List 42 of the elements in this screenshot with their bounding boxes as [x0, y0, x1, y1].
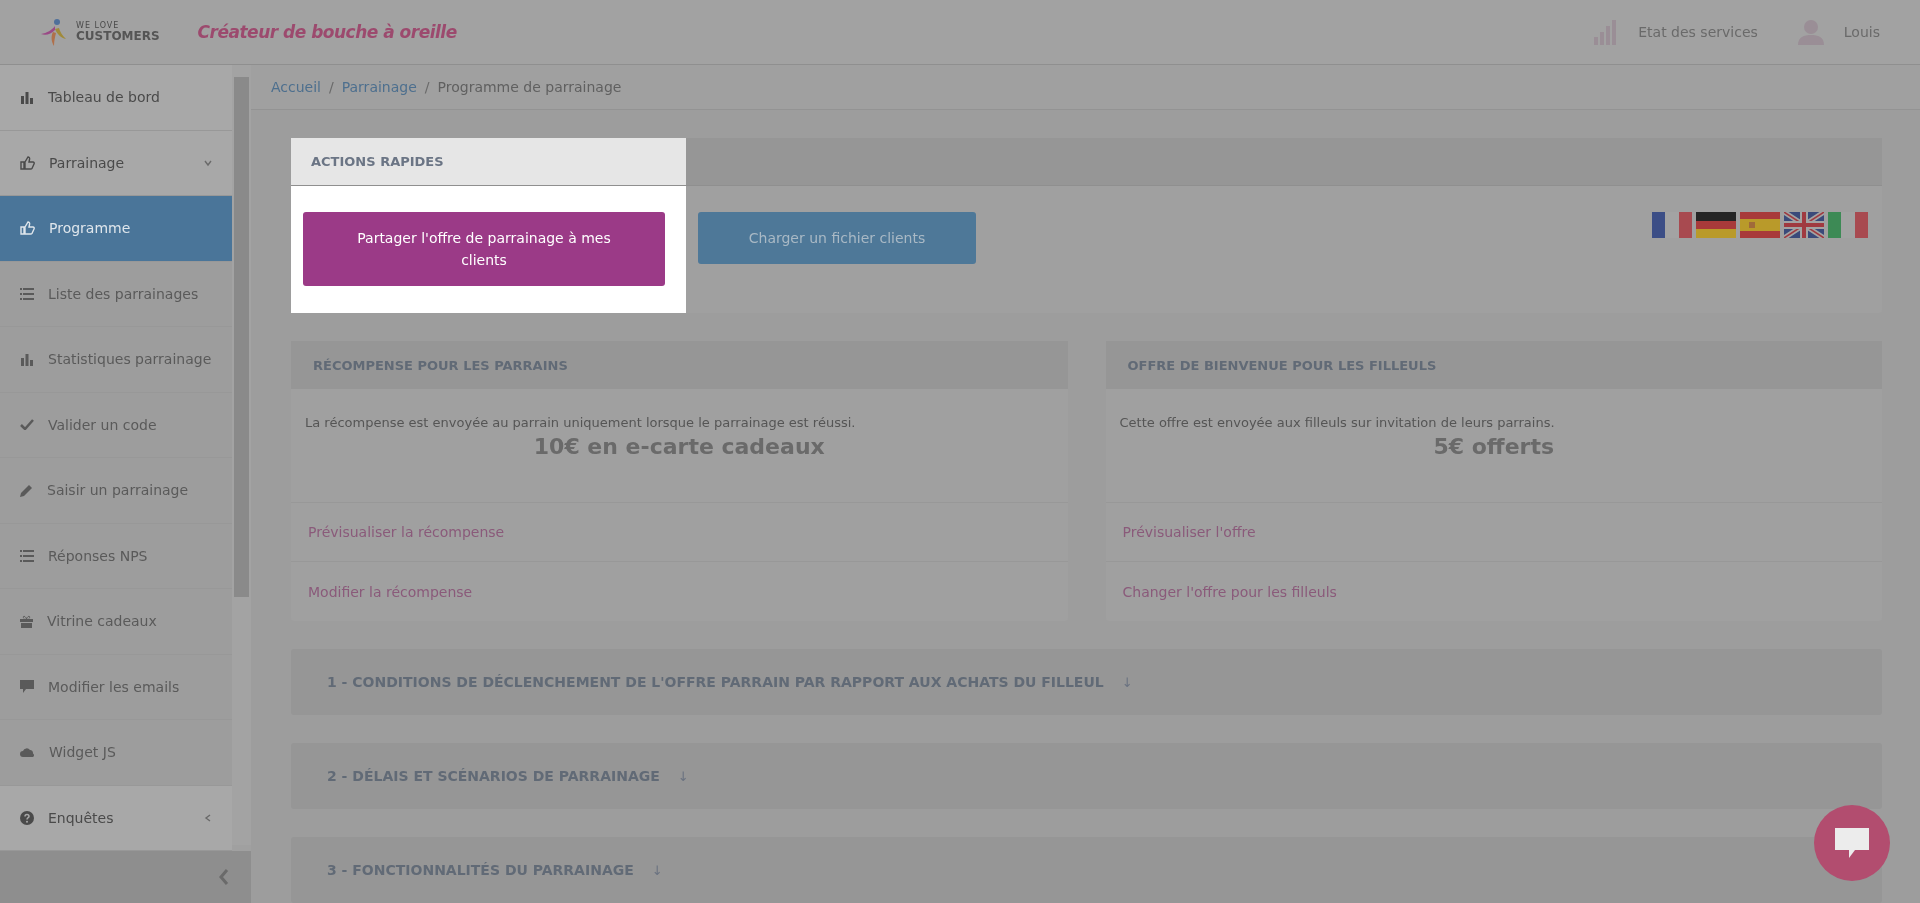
list-icon	[20, 287, 34, 300]
brand-tagline: WE LOVE	[76, 22, 121, 30]
sidebar-item[interactable]: Programme	[0, 196, 232, 262]
card-description: La récompense est envoyée au parrain uniquement lorsque le parrainage est réussi.	[305, 415, 857, 430]
breadcrumb-separator: /	[424, 79, 430, 95]
card-link[interactable]: Prévisualiser l'offre	[1105, 503, 1882, 562]
upload-file-button[interactable]: Charger un fichier clients	[698, 212, 976, 264]
chevron-left-icon[interactable]	[219, 869, 229, 885]
card-link[interactable]: Prévisualiser la récompense	[291, 503, 1068, 562]
flag-icon[interactable]	[1696, 212, 1736, 238]
breadcrumb-link[interactable]: Parrainage	[341, 79, 417, 95]
flag-icon[interactable]	[1784, 212, 1824, 238]
list-icon	[20, 549, 34, 562]
bar-chart-icon	[20, 90, 34, 104]
cloud-icon	[20, 747, 35, 758]
thumbs-up-icon	[20, 155, 35, 170]
caret-icon	[204, 813, 212, 822]
pencil-icon	[20, 483, 33, 497]
user-name[interactable]: Louis	[1843, 24, 1880, 40]
services-status-link[interactable]: Etat des services	[1638, 24, 1758, 40]
check-icon	[20, 419, 34, 431]
app-slogan: Créateur de bouche à oreille	[197, 22, 457, 42]
breadcrumb-link[interactable]: Accueil	[271, 79, 321, 95]
bar-chart-icon	[20, 352, 34, 366]
breadcrumb-separator: /	[329, 79, 334, 95]
card-link[interactable]: Changer l'offre pour les filleuls	[1105, 562, 1882, 621]
breadcrumb-current: Programme de parrainage	[437, 79, 622, 95]
question-circle-icon	[20, 810, 34, 825]
share-offer-button[interactable]: Partager l'offre de parrainage à mes clients	[303, 212, 665, 286]
brand-name: CUSTOMERS	[76, 30, 160, 42]
card-link[interactable]: Modifier la récompense	[291, 562, 1068, 621]
caret-icon	[204, 158, 212, 167]
sidebar-item[interactable]: Tableau de bord	[0, 65, 232, 131]
flag-icon[interactable]	[1652, 212, 1692, 238]
comment-icon	[20, 680, 34, 694]
card-description: Cette offre est envoyée aux filleuls sur invitation de leurs parrains.	[1119, 415, 1556, 430]
card-title: ACTIONS RAPIDES	[291, 138, 686, 186]
speech-bubble-icon	[1835, 828, 1869, 858]
sidebar-item[interactable]: Enquêtes	[0, 785, 232, 851]
gift-icon	[20, 614, 33, 628]
thumbs-up-icon	[20, 221, 35, 236]
sidebar-item[interactable]: Parrainage	[0, 130, 232, 196]
